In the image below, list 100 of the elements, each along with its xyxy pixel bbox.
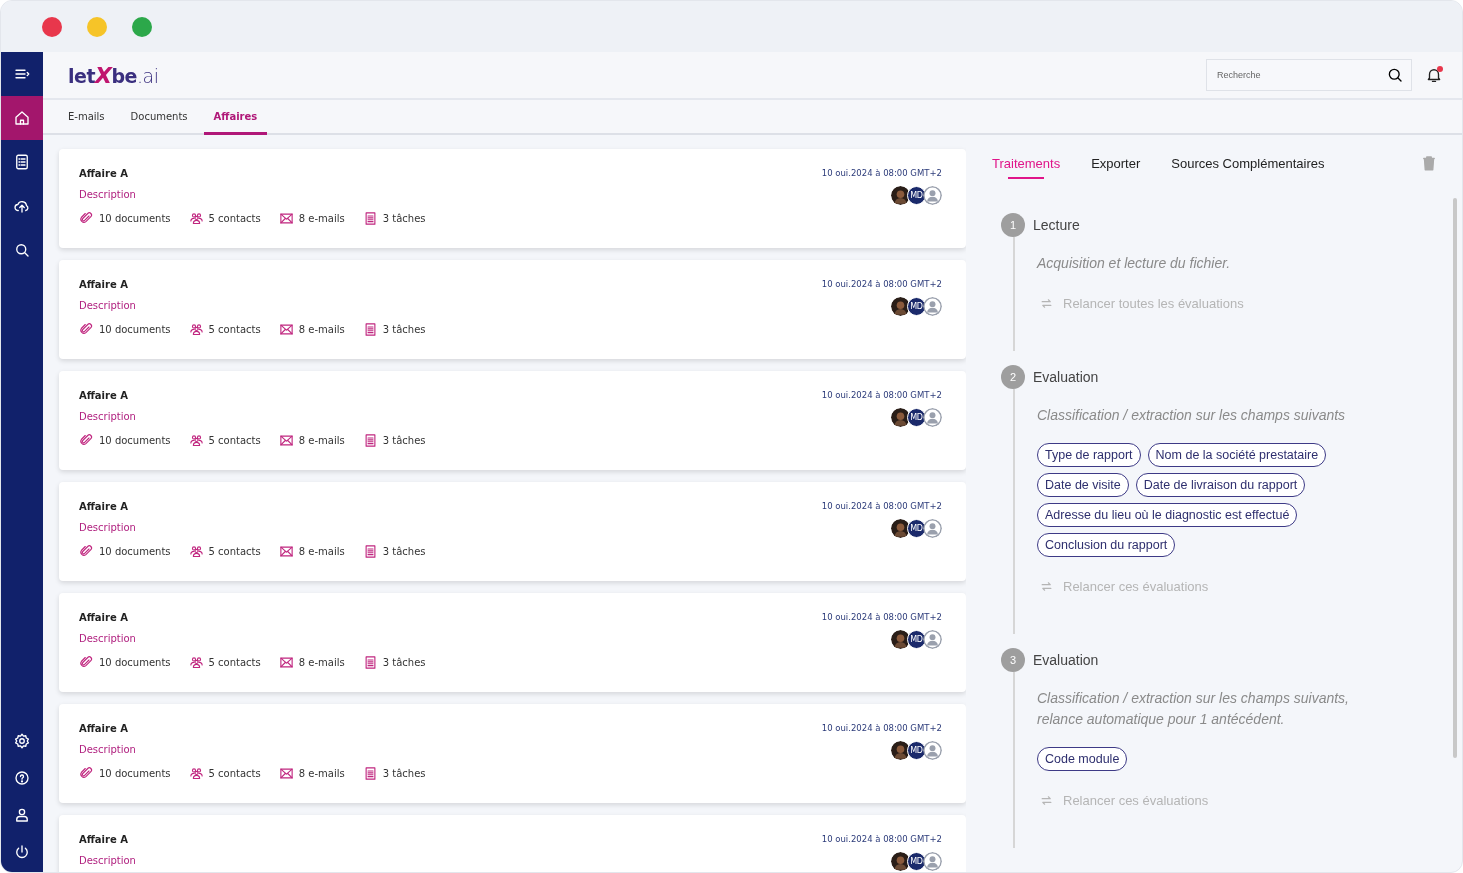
envelope-icon xyxy=(278,544,294,559)
people-icon xyxy=(188,433,204,448)
case-description: Description xyxy=(79,300,137,311)
tab[interactable]: Traitements xyxy=(992,150,1061,179)
search-icon[interactable] xyxy=(1386,66,1404,84)
stat-label: 3 tâches xyxy=(382,324,426,335)
step-description: Classification / extraction sur les champs suivants, relance automatique pour 1 antécédent. xyxy=(1037,689,1350,729)
case-card[interactable]: Affaire A Description 10 documents 5 contacts 8 e-mails 3 tâches 10 oui.2024 à 08:00 GMT+2 MD xyxy=(59,260,966,359)
stat-label: 5 contacts xyxy=(208,768,261,779)
case-title: Affaire A xyxy=(79,501,129,512)
stat-label: 10 documents xyxy=(99,768,171,779)
case-date: 10 oui.2024 à 08:00 GMT+2 xyxy=(821,168,942,178)
case-description: Description xyxy=(79,744,137,755)
window-button[interactable] xyxy=(132,16,152,37)
field-tag: Conclusion du rapport xyxy=(1037,533,1176,557)
stat-label: 3 tâches xyxy=(382,768,426,779)
step-title: Evaluation xyxy=(1033,652,1099,668)
stat-label: 8 e-mails xyxy=(298,657,345,668)
case-description: Description xyxy=(79,633,137,644)
home-button[interactable] xyxy=(1,96,43,140)
field-tag: Adresse du lieu où le diagnostic est effectué xyxy=(1037,503,1298,527)
field-tag: Nom de la société prestataire xyxy=(1147,443,1327,467)
repeat-icon xyxy=(1039,793,1054,808)
step-title: Lecture xyxy=(1033,217,1080,233)
step-number: 3 xyxy=(1001,648,1025,672)
people-icon xyxy=(188,544,204,559)
avatar: MD xyxy=(907,630,926,649)
stat-label: 10 documents xyxy=(99,435,171,446)
repeat-icon xyxy=(1039,296,1054,311)
case-card[interactable]: Affaire A Description 10 documents 5 contacts 8 e-mails 3 tâches 10 oui.2024 à 08:00 GMT+2 MD xyxy=(59,371,966,470)
field-tag: Code module xyxy=(1037,747,1128,771)
user-avatar-icon xyxy=(923,297,942,316)
user-avatar-icon xyxy=(923,408,942,427)
checklist-icon xyxy=(13,153,31,171)
paperclip-icon xyxy=(79,766,94,781)
paperclip-icon xyxy=(79,433,94,448)
tab[interactable]: Exporter xyxy=(1091,150,1141,179)
stat-label: 5 contacts xyxy=(208,435,261,446)
case-description: Description xyxy=(79,855,136,866)
tab[interactable]: Affaires xyxy=(203,100,268,135)
search-field[interactable]: Recherche xyxy=(1206,59,1412,91)
avatar: MD xyxy=(907,741,926,760)
stat-label: 5 contacts xyxy=(208,213,261,224)
list-icon xyxy=(362,211,378,226)
step-description: Classification / extraction sur les champs suivants xyxy=(1037,406,1346,425)
envelope-icon xyxy=(278,433,294,448)
case-date: 10 oui.2024 à 08:00 GMT+2 xyxy=(821,501,942,511)
bell-icon xyxy=(1425,66,1443,84)
case-date: 10 oui.2024 à 08:00 GMT+2 xyxy=(821,279,942,289)
tab[interactable]: Sources Complémentaires xyxy=(1171,150,1325,179)
avatar: MD xyxy=(907,408,926,427)
help-icon xyxy=(13,768,31,787)
case-card[interactable]: Affaire A Description 10 documents 5 contacts 8 e-mails 3 tâches 10 oui.2024 à 08:00 GMT+2 MD xyxy=(59,149,966,248)
case-date: 10 oui.2024 à 08:00 GMT+2 xyxy=(821,723,942,733)
step-number: 2 xyxy=(1001,365,1025,389)
list-icon xyxy=(362,322,378,337)
avatar: MD xyxy=(907,297,926,316)
stat-label: 8 e-mails xyxy=(298,435,345,446)
user-avatar-icon xyxy=(923,852,942,871)
people-icon xyxy=(188,322,204,337)
case-title: Affaire A xyxy=(79,168,129,179)
stat-label: 5 contacts xyxy=(208,324,261,335)
paperclip-icon xyxy=(79,211,94,226)
tab[interactable]: Documents xyxy=(120,100,198,135)
field-tag: Date de visite xyxy=(1037,473,1129,497)
user-avatar-icon xyxy=(923,741,942,760)
case-card[interactable]: Affaire A Description 10 documents 5 contacts 8 e-mails 3 tâches 10 oui.2024 à 08:00 GMT+2 MD xyxy=(59,593,966,692)
stat-label: 10 documents xyxy=(99,324,171,335)
window-button[interactable] xyxy=(42,16,62,37)
case-description: Description xyxy=(79,411,137,422)
list-icon xyxy=(362,544,378,559)
stat-label: 8 e-mails xyxy=(298,546,345,557)
case-title: Affaire A xyxy=(79,834,129,845)
case-card[interactable]: Affaire A Description 10 documents 5 contacts 8 e-mails 3 tâches 10 oui.2024 à 08:00 GMT+2 MD xyxy=(59,704,966,803)
scrollbar-thumb[interactable] xyxy=(1453,198,1457,758)
avatar: MD xyxy=(907,852,926,871)
step-number: 1 xyxy=(1001,213,1025,237)
power-icon xyxy=(13,842,31,861)
stat-label: 3 tâches xyxy=(382,657,426,668)
case-card[interactable]: Affaire A Description 10 oui.2024 à 08:00 GMT+2 MD xyxy=(59,815,966,872)
case-description: Description xyxy=(79,522,137,533)
case-title: Affaire A xyxy=(79,723,129,734)
stat-label: 8 e-mails xyxy=(298,768,345,779)
envelope-icon xyxy=(278,655,294,670)
stat-label: 8 e-mails xyxy=(298,213,345,224)
stat-label: 8 e-mails xyxy=(298,324,345,335)
case-card[interactable]: Affaire A Description 10 documents 5 contacts 8 e-mails 3 tâches 10 oui.2024 à 08:00 GMT+2 MD xyxy=(59,482,966,581)
repeat-icon xyxy=(1039,579,1054,594)
case-date: 10 oui.2024 à 08:00 GMT+2 xyxy=(821,612,942,622)
tab[interactable]: E-mails xyxy=(58,100,115,135)
field-tag: Type de rapport xyxy=(1037,443,1141,467)
list-icon xyxy=(362,655,378,670)
logo: letXbe.ai xyxy=(68,62,159,88)
paperclip-icon xyxy=(79,544,94,559)
people-icon xyxy=(188,211,204,226)
stat-label: 3 tâches xyxy=(382,213,426,224)
settings-icon xyxy=(13,731,31,750)
people-icon xyxy=(188,655,204,670)
envelope-icon xyxy=(278,766,294,781)
list-icon xyxy=(362,766,378,781)
